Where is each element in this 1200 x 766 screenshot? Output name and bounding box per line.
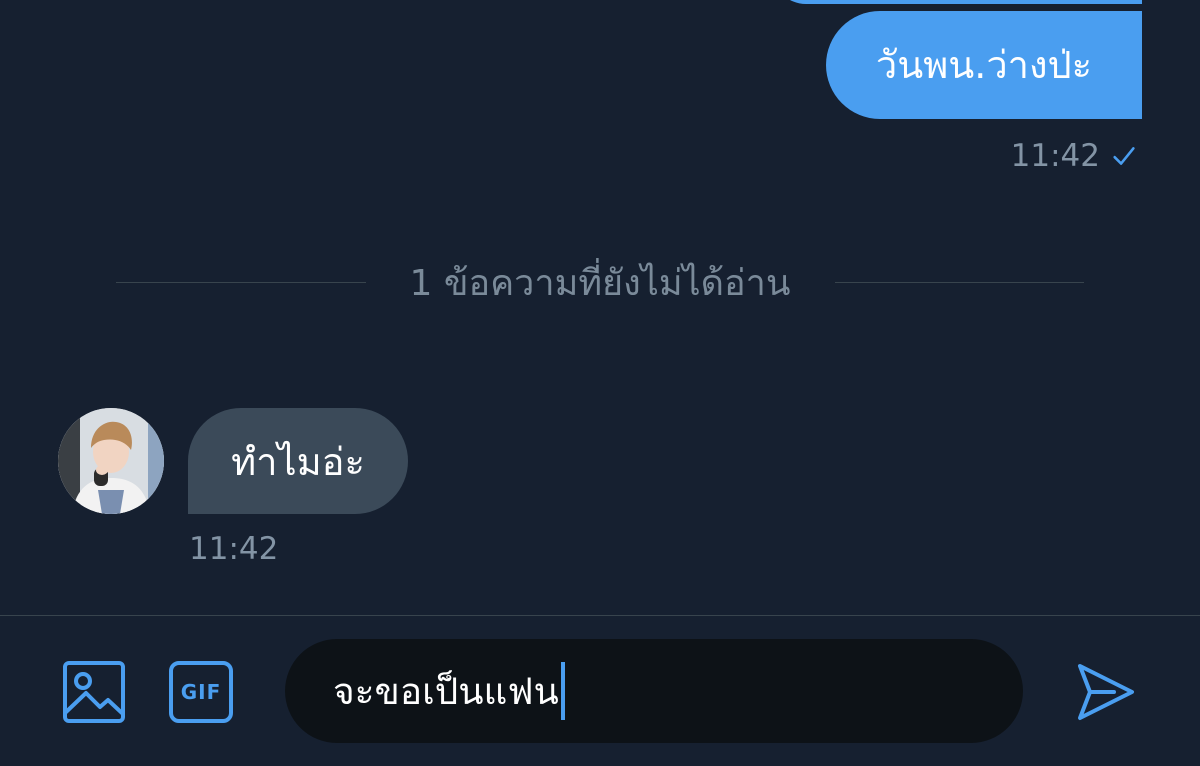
incoming-message-bubble[interactable]: ทำไมอ่ะ <box>188 408 408 514</box>
incoming-message-text: ทำไมอ่ะ <box>231 439 365 484</box>
gif-label: GIF <box>180 680 222 704</box>
image-icon <box>63 661 125 723</box>
check-icon <box>1113 147 1135 165</box>
send-button[interactable] <box>1074 660 1138 724</box>
divider-line-right <box>834 281 1084 283</box>
outgoing-message-meta: 11:42 <box>1011 138 1138 174</box>
unread-divider: 1 ข้อความที่ยังไม่ได้อ่าน <box>116 255 1084 309</box>
outgoing-message-text: วันพน.ว่างป่ะ <box>875 43 1093 87</box>
message-input[interactable]: จะขอเป็นแฟน <box>285 639 1023 743</box>
text-caret <box>560 662 565 720</box>
avatar[interactable] <box>58 408 164 514</box>
unread-divider-label: 1 ข้อความที่ยังไม่ได้อ่าน <box>409 262 791 304</box>
incoming-message-time: 11:42 <box>189 531 279 567</box>
avatar-photo <box>58 408 164 514</box>
dm-conversation-screen: วันพน.ว่างป่ะ 11:42 1 ข้อความที่ยังไม่ได… <box>0 0 1200 766</box>
outgoing-message-time: 11:42 <box>1010 138 1100 174</box>
previous-message-bubble[interactable] <box>772 0 1142 4</box>
send-icon <box>1078 664 1134 720</box>
add-gif-button[interactable]: GIF <box>168 660 234 724</box>
outgoing-message-bubble[interactable]: วันพน.ว่างป่ะ <box>826 11 1142 119</box>
add-image-button[interactable] <box>62 660 126 724</box>
divider-line-left <box>116 281 366 283</box>
message-input-text: จะขอเป็นแฟน <box>333 669 559 713</box>
